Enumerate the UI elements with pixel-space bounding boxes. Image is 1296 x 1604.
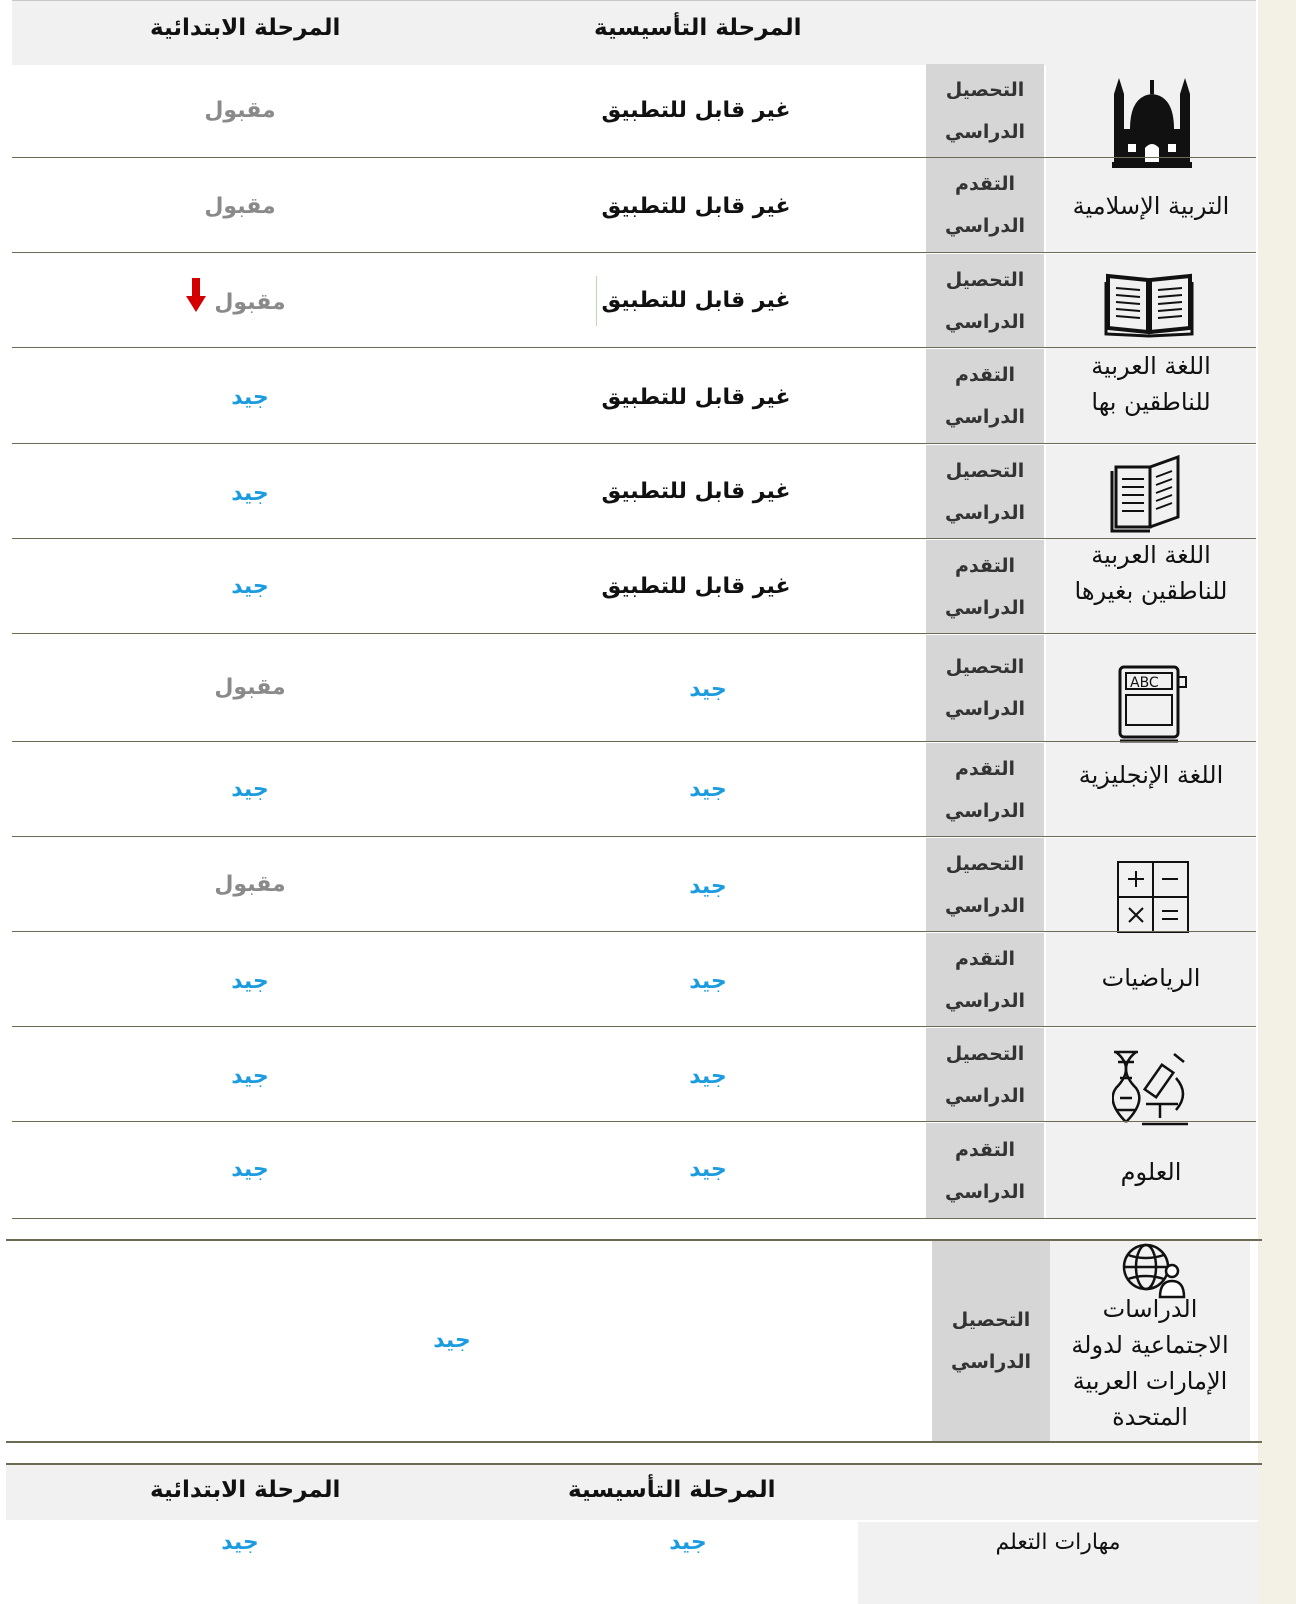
- value-arabic-non-native-progress-foundation: غير قابل للتطبيق: [601, 574, 791, 599]
- type-progress: التقدم الدراسي: [926, 933, 1044, 1026]
- value-science-progress-primary: جيد: [231, 1157, 269, 1182]
- value-science-achievement-foundation: جيد: [689, 1064, 727, 1089]
- table-row: غير قابل للتطبيق مقبول: [12, 254, 1256, 348]
- type-label-line2: الدراسي: [945, 310, 1025, 333]
- subject-name-social-studies: الدراسات الاجتماعية لدولة الإمارات العرب…: [1050, 1291, 1250, 1435]
- type-progress: التقدم الدراسي: [926, 158, 1044, 252]
- table-row: جيد جيد: [12, 1028, 1256, 1122]
- value-english-progress-primary: جيد: [231, 777, 269, 802]
- type-label-line1: التقدم: [955, 947, 1015, 970]
- foundation-stage-heading: المرحلة التأسيسية: [594, 15, 802, 41]
- type-label-line1: التحصيل: [945, 852, 1025, 875]
- primary-stage-heading: المرحلة الابتدائية: [150, 1477, 341, 1503]
- decline-arrow-icon: [186, 278, 206, 312]
- decorative-side-strip: [1258, 0, 1296, 1604]
- type-label-line1: التحصيل: [945, 656, 1025, 678]
- value-islamic-progress-primary: مقبول: [204, 194, 276, 219]
- type-progress: التقدم الدراسي: [926, 540, 1044, 633]
- value-learning-skills-foundation: جيد: [669, 1530, 707, 1555]
- value-social-studies-achievement: جيد: [433, 1328, 471, 1353]
- value-science-achievement-primary: جيد: [231, 1064, 269, 1089]
- value-math-achievement-primary: مقبول: [214, 872, 286, 897]
- subject-name-line: المتحدة: [1112, 1403, 1188, 1431]
- value-arabic-native-achievement-primary: مقبول: [214, 290, 286, 315]
- value-english-achievement-foundation: جيد: [689, 677, 727, 702]
- value-arabic-native-progress-primary: جيد: [231, 385, 269, 410]
- type-label-line1: التحصيل: [945, 268, 1025, 291]
- type-label-line1: التقدم: [955, 364, 1015, 386]
- value-english-achievement-primary: مقبول: [214, 675, 286, 700]
- stage-header: المرحلة التأسيسية المرحلة الابتدائية: [12, 0, 1256, 65]
- type-progress: التقدم الدراسي: [926, 743, 1044, 836]
- value-arabic-non-native-achievement-primary: جيد: [231, 481, 269, 506]
- table-row: غير قابل للتطبيق جيد: [12, 540, 1256, 634]
- type-label-line2: الدراسي: [945, 215, 1025, 237]
- type-label-line2: الدراسي: [945, 799, 1025, 822]
- value-islamic-progress-foundation: غير قابل للتطبيق: [601, 194, 791, 219]
- table-row: غير قابل للتطبيق مقبول: [12, 64, 1256, 158]
- value-arabic-native-progress-foundation: غير قابل للتطبيق: [601, 385, 791, 410]
- value-science-progress-foundation: جيد: [689, 1157, 727, 1182]
- type-label-line2: الدراسي: [945, 501, 1025, 524]
- value-arabic-native-achievement-foundation: غير قابل للتطبيق: [601, 288, 791, 313]
- type-achievement: التحصيل الدراسي: [926, 838, 1044, 931]
- type-label-line1: التقدم: [955, 757, 1015, 780]
- table-row: غير قابل للتطبيق جيد: [12, 445, 1256, 539]
- type-achievement: التحصيل الدراسي: [932, 1241, 1050, 1441]
- learning-skills-header: المرحلة التأسيسية المرحلة الابتدائية: [6, 1465, 1258, 1520]
- type-label-line2: الدراسي: [945, 406, 1025, 428]
- value-math-progress-primary: جيد: [231, 969, 269, 994]
- cell-divider: [596, 276, 597, 326]
- type-label-line1: التقدم: [955, 554, 1015, 577]
- type-label-line2: الدراسي: [945, 989, 1025, 1012]
- section-divider: [6, 1441, 1262, 1443]
- foundation-stage-heading: المرحلة التأسيسية: [568, 1477, 776, 1503]
- type-achievement: التحصيل الدراسي: [926, 1028, 1044, 1121]
- type-achievement: التحصيل الدراسي: [926, 635, 1044, 741]
- subject-name-line: الدراسات: [1102, 1295, 1198, 1323]
- table-row: غير قابل للتطبيق جيد: [12, 349, 1256, 444]
- subject-cell-social-studies: الدراسات الاجتماعية لدولة الإمارات العرب…: [1050, 1241, 1250, 1441]
- subject-name-line: الإمارات العربية: [1072, 1367, 1228, 1395]
- type-label-line2: الدراسي: [945, 1084, 1025, 1107]
- table-row: جيد مقبول: [12, 838, 1256, 932]
- learning-skills-label: مهارات التعلم: [995, 1530, 1121, 1555]
- type-progress: التقدم الدراسي: [926, 349, 1044, 443]
- type-label-line1: التحصيل: [951, 1309, 1031, 1331]
- type-label-line1: التحصيل: [945, 78, 1025, 101]
- type-label-line2: الدراسي: [951, 1351, 1031, 1373]
- type-label-line2: الدراسي: [945, 1180, 1025, 1203]
- value-arabic-non-native-achievement-foundation: غير قابل للتطبيق: [601, 479, 791, 504]
- type-label-line2: الدراسي: [945, 596, 1025, 619]
- value-arabic-non-native-progress-primary: جيد: [231, 574, 269, 599]
- table-row: غير قابل للتطبيق مقبول: [12, 158, 1256, 253]
- type-label-line1: التحصيل: [945, 1042, 1025, 1065]
- type-achievement: التحصيل الدراسي: [926, 445, 1044, 538]
- table-row: جيد مقبول: [12, 635, 1256, 742]
- value-learning-skills-primary: جيد: [221, 1530, 259, 1555]
- type-label-line2: الدراسي: [945, 698, 1025, 720]
- type-label-line2: الدراسي: [945, 894, 1025, 917]
- value-islamic-achievement-primary: مقبول: [204, 98, 276, 123]
- table-row: جيد جيد: [12, 1123, 1256, 1219]
- value-islamic-achievement-foundation: غير قابل للتطبيق: [601, 98, 791, 123]
- type-achievement: التحصيل الدراسي: [926, 64, 1044, 157]
- type-progress: التقدم الدراسي: [926, 1123, 1044, 1218]
- value-english-progress-foundation: جيد: [689, 777, 727, 802]
- type-achievement: التحصيل الدراسي: [926, 254, 1044, 347]
- type-label-line1: التقدم: [955, 1138, 1015, 1161]
- learning-skills-label-cell: مهارات التعلم: [858, 1522, 1258, 1604]
- table-row: جيد جيد: [12, 933, 1256, 1027]
- primary-stage-heading: المرحلة الابتدائية: [150, 15, 341, 41]
- table-row: جيد جيد: [12, 743, 1256, 837]
- type-label-line1: التحصيل: [945, 459, 1025, 482]
- value-math-achievement-foundation: جيد: [689, 874, 727, 899]
- type-label-line1: التقدم: [955, 173, 1015, 195]
- value-math-progress-foundation: جيد: [689, 969, 727, 994]
- type-label-line2: الدراسي: [945, 120, 1025, 143]
- subject-name-line: الاجتماعية لدولة: [1071, 1331, 1229, 1359]
